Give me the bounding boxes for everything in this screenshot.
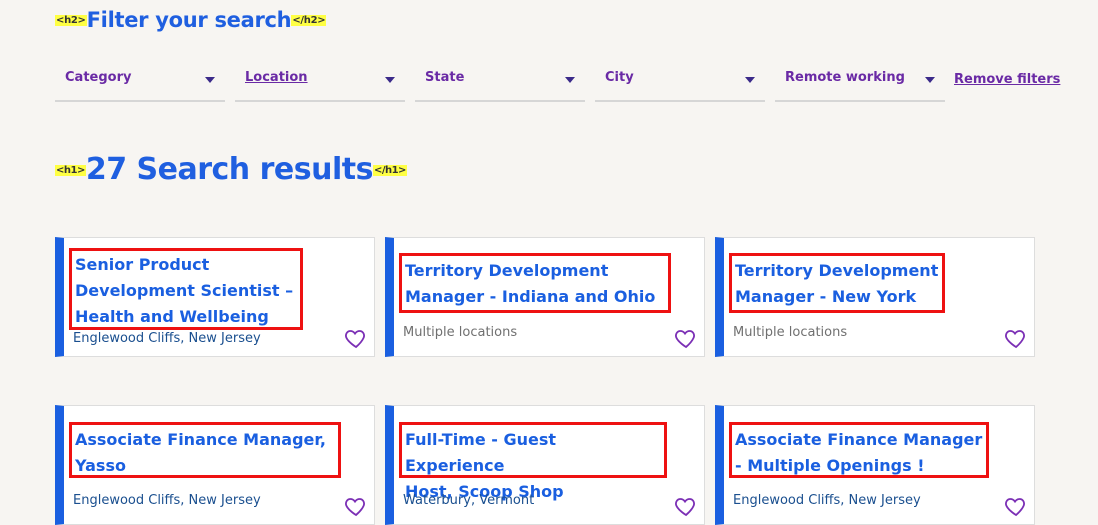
results-heading-text: 27 Search results [85,152,374,187]
job-title-link[interactable]: Territory Development Manager - New York [732,256,942,312]
job-title-line: Associate Finance Manager [735,430,983,449]
job-location: Multiple locations [403,325,518,340]
job-title-line: Senior Product [75,255,210,274]
job-title-link[interactable]: Associate Finance Manager - Multiple Ope… [732,425,986,481]
job-card[interactable]: Senior Product Development Scientist – H… [55,237,375,357]
chevron-down-icon [565,77,575,83]
chevron-down-icon [925,77,935,83]
filter-city-label: City [605,70,634,85]
job-title-highlight-box: Associate Finance Manager, Yasso [69,422,341,478]
remove-filters-link[interactable]: Remove filters [954,72,1060,87]
heart-outline-icon[interactable] [1004,326,1028,350]
filter-state-label: State [425,70,465,85]
chevron-down-icon [745,77,755,83]
heart-outline-icon[interactable] [674,326,698,350]
filter-location-dropdown[interactable]: Location [235,62,405,102]
h2-close-tag-label: </h2> [291,14,327,26]
job-title-line: Manager - Indiana and Ohio [405,287,656,306]
job-title-line: - Multiple Openings ! [735,456,925,475]
job-title-highlight-box: Senior Product Development Scientist – H… [69,248,303,330]
job-title-highlight-box: Territory Development Manager - New York [729,253,945,313]
job-card[interactable]: Associate Finance Manager - Multiple Ope… [715,405,1035,525]
chevron-down-icon [205,77,215,83]
job-location: Englewood Cliffs, New Jersey [73,331,261,346]
job-title-link[interactable]: Associate Finance Manager, Yasso [72,425,338,481]
job-location: Englewood Cliffs, New Jersey [73,493,261,508]
filter-category-label: Category [65,70,132,85]
job-location: Waterbury, Vermont [403,493,535,508]
h1-close-tag-label: </h1> [372,165,407,176]
job-card[interactable]: Territory Development Manager - New York… [715,237,1035,357]
heart-outline-icon[interactable] [344,326,368,350]
job-title-line: Health and Wellbeing [75,307,269,326]
job-location: Englewood Cliffs, New Jersey [733,493,921,508]
filter-category-dropdown[interactable]: Category [55,62,225,102]
job-title-link[interactable]: Senior Product Development Scientist – H… [72,251,300,332]
filter-location-label: Location [245,70,308,85]
job-title-line: Manager - New York [735,287,917,306]
h2-open-tag-label: <h2> [55,14,87,26]
job-card[interactable]: Associate Finance Manager, Yasso Englewo… [55,405,375,525]
filter-city-dropdown[interactable]: City [595,62,765,102]
job-title-line: Territory Development [735,261,939,280]
filter-bar: Category Location State City Remote work… [55,62,1065,104]
filter-heading-text: Filter your search [86,8,292,32]
job-title-line: Full-Time - Guest Experience [405,430,557,475]
heart-outline-icon[interactable] [1004,494,1028,518]
filter-remote-working-label: Remote working [785,70,905,85]
job-title-highlight-box: Territory Development Manager - Indiana … [399,253,671,313]
filter-state-dropdown[interactable]: State [415,62,585,102]
job-card[interactable]: Full-Time - Guest Experience Host, Scoop… [385,405,705,525]
job-location: Multiple locations [733,325,848,340]
heart-outline-icon[interactable] [674,494,698,518]
job-card[interactable]: Territory Development Manager - Indiana … [385,237,705,357]
results-heading: <h1>27 Search results</h1> [55,152,407,187]
job-title-line: Development Scientist – [75,281,294,300]
job-title-line: Yasso [75,456,126,475]
job-title-line: Territory Development [405,261,609,280]
job-title-link[interactable]: Territory Development Manager - Indiana … [402,256,668,312]
job-title-line: Associate Finance Manager, [75,430,326,449]
filter-remote-working-dropdown[interactable]: Remote working [775,62,945,102]
heart-outline-icon[interactable] [344,494,368,518]
job-title-highlight-box: Associate Finance Manager - Multiple Ope… [729,422,989,478]
chevron-down-icon [385,77,395,83]
h1-open-tag-label: <h1> [55,165,86,176]
filter-heading: <h2>Filter your search</h2> [55,8,327,32]
job-title-highlight-box: Full-Time - Guest Experience Host, Scoop… [399,422,667,501]
